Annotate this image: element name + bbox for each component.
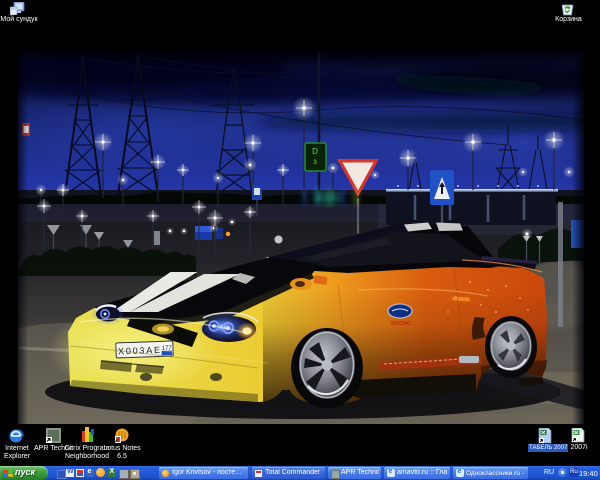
svg-text:з: з (313, 157, 317, 166)
svg-text:D: D (312, 147, 318, 156)
svg-text:RACING: RACING (391, 321, 411, 327)
